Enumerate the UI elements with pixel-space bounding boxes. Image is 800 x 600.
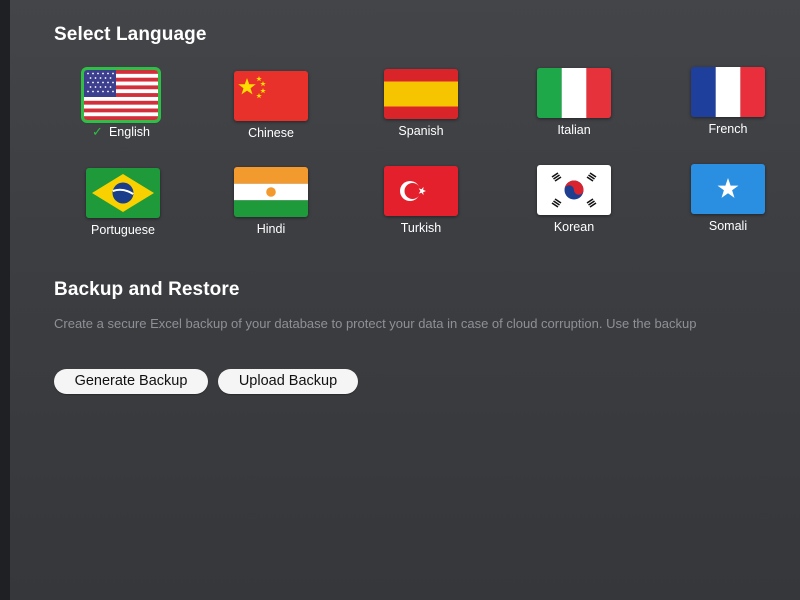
language-option-turkish[interactable]: Turkish [366, 166, 476, 236]
language-label-chinese: Chinese [248, 126, 294, 140]
language-option-italian[interactable]: Italian [519, 68, 629, 138]
settings-content: Select Language ✓ English Chinese Spanis… [54, 0, 800, 600]
france-flag-icon [691, 67, 765, 117]
korea-flag-icon [537, 165, 611, 215]
us-flag-icon [81, 67, 161, 123]
language-option-somali[interactable]: Somali [673, 164, 783, 234]
turkey-flag-icon [384, 166, 458, 216]
brazil-flag-icon [86, 168, 160, 218]
language-label-portuguese: Portuguese [91, 223, 155, 237]
language-label-english: ✓ English [66, 124, 176, 140]
checkmark-icon: ✓ [92, 124, 103, 139]
window-edge [0, 0, 10, 600]
language-option-french[interactable]: French [673, 67, 783, 137]
backup-description: Create a secure Excel backup of your dat… [54, 316, 697, 331]
language-label-spanish: Spanish [398, 124, 444, 138]
china-flag-icon [234, 71, 308, 121]
language-label-somali: Somali [708, 219, 748, 233]
language-label-turkish: Turkish [400, 221, 442, 235]
somalia-flag-icon [691, 164, 765, 214]
language-option-portuguese[interactable]: Portuguese [68, 168, 178, 238]
language-option-korean[interactable]: Korean [519, 165, 629, 235]
generate-backup-button[interactable]: Generate Backup [54, 369, 208, 394]
backup-restore-title: Backup and Restore [54, 279, 240, 300]
spain-flag-icon [384, 69, 458, 119]
italy-flag-icon [537, 68, 611, 118]
language-label-hindi: Hindi [256, 222, 286, 236]
language-option-english[interactable]: ✓ English [66, 67, 176, 140]
select-language-title: Select Language [54, 24, 207, 45]
language-label-french: French [708, 122, 748, 136]
india-flag-icon [234, 167, 308, 217]
language-option-hindi[interactable]: Hindi [216, 167, 326, 237]
english-label-text: English [108, 125, 150, 139]
language-label-korean: Korean [553, 220, 595, 234]
language-label-italian: Italian [557, 123, 591, 137]
language-option-chinese[interactable]: Chinese [216, 71, 326, 141]
upload-backup-button[interactable]: Upload Backup [218, 369, 358, 394]
language-option-spanish[interactable]: Spanish [366, 69, 476, 139]
